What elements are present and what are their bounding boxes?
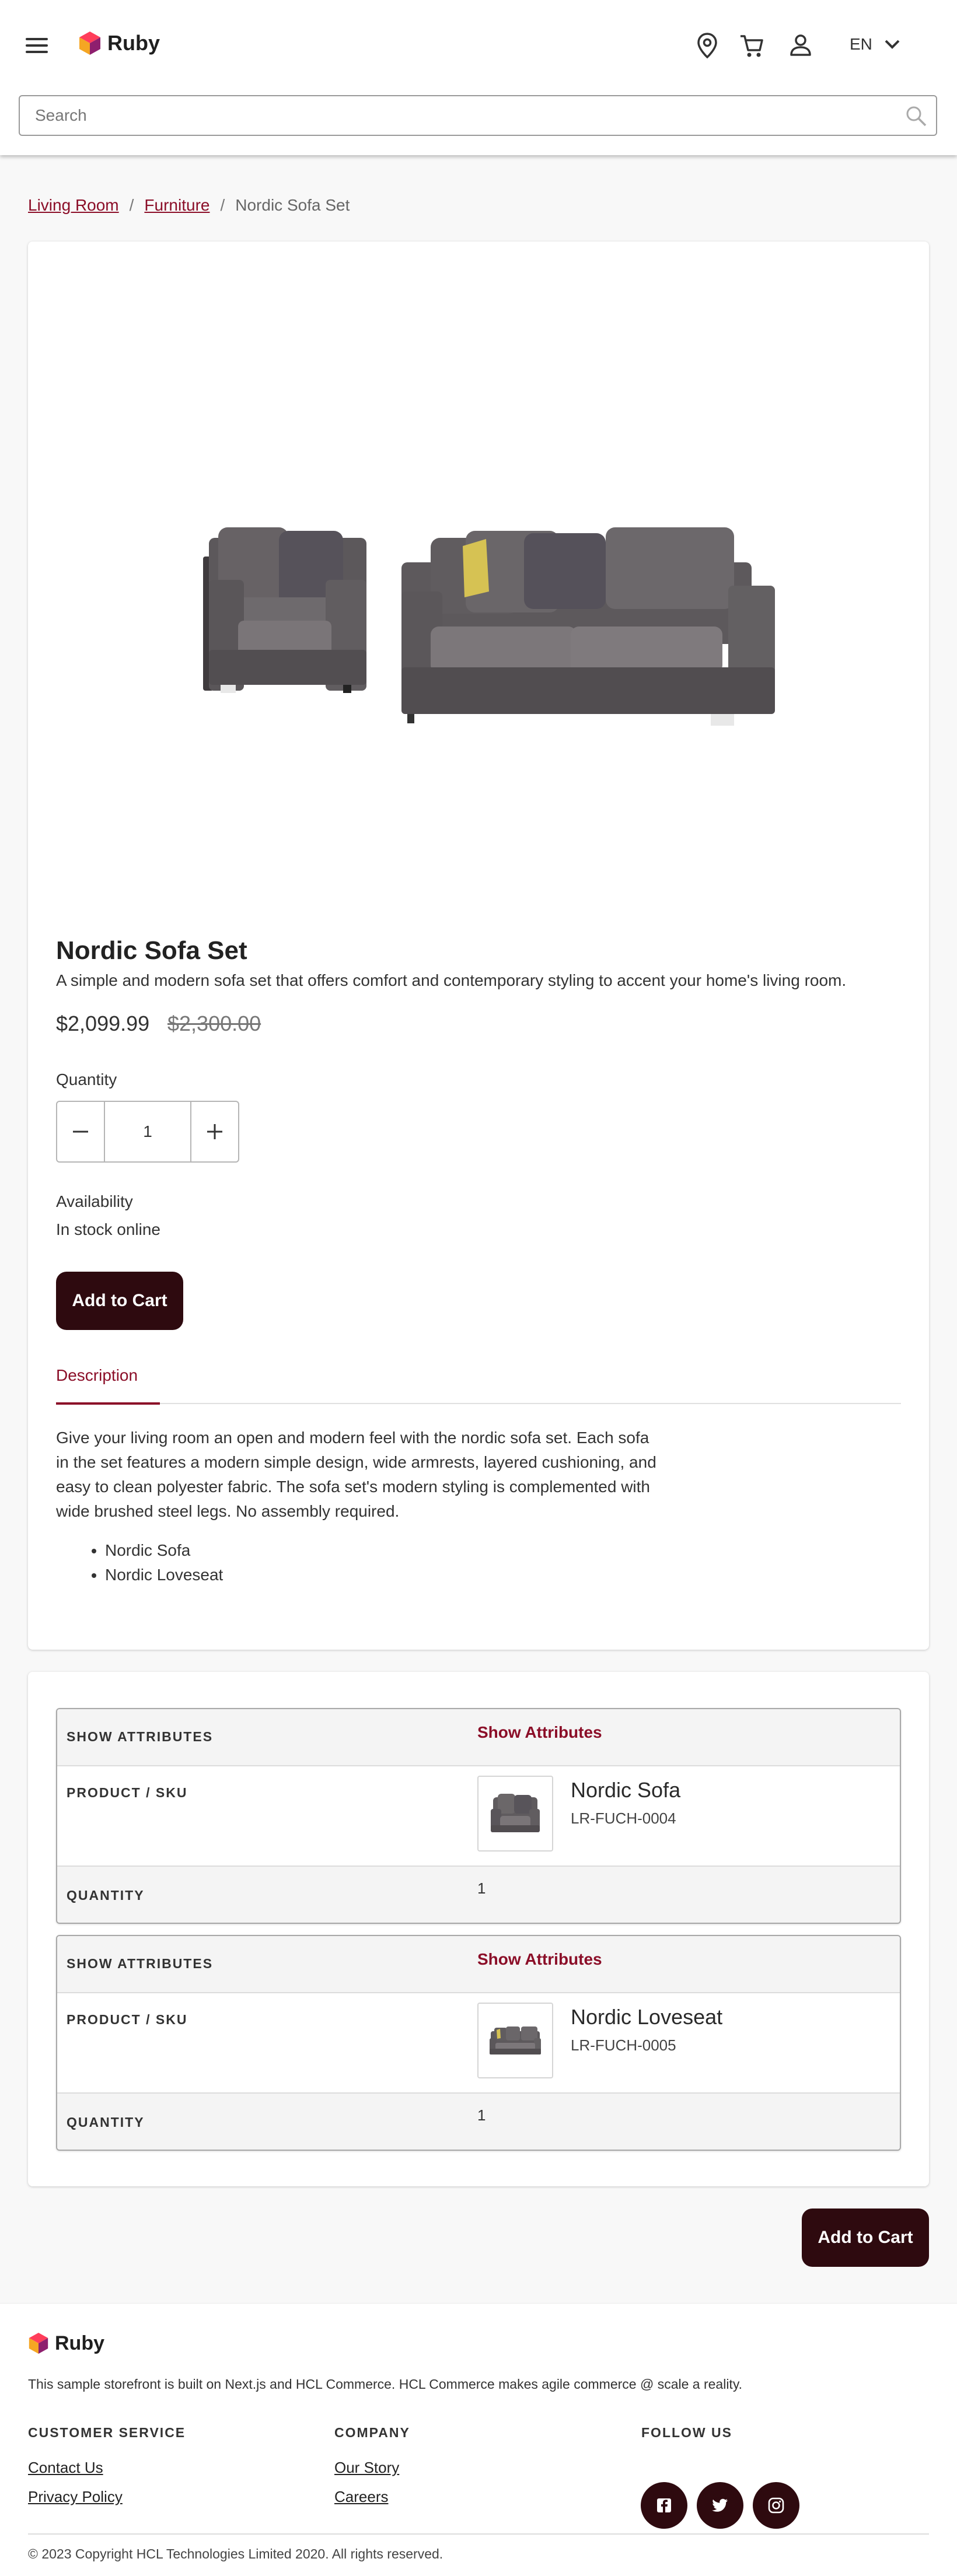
table-row: QUANTITY 1	[57, 1867, 900, 1923]
ruby-logo-icon	[79, 32, 100, 55]
language-selector[interactable]: EN	[850, 35, 900, 54]
quantity-label: QUANTITY	[67, 1888, 145, 1903]
quantity-label: QUANTITY	[67, 2115, 145, 2130]
table-row: SHOW ATTRIBUTES Show Attributes	[57, 1936, 900, 1993]
show-attributes-link[interactable]: Show Attributes	[477, 1950, 602, 1969]
component-quantity: 1	[477, 2106, 486, 2124]
twitter-icon[interactable]	[697, 2482, 743, 2529]
component-name[interactable]: Nordic Sofa	[571, 1778, 680, 1803]
footer-tagline: This sample storefront is built on Next.…	[28, 2376, 743, 2392]
product-description: Give your living room an open and modern…	[56, 1429, 656, 1520]
search-input[interactable]	[20, 96, 936, 135]
table-row: QUANTITY 1	[57, 2094, 900, 2150]
copyright-text: © 2023 Copyright HCL Technologies Limite…	[28, 2546, 443, 2561]
customer-service-heading: CUSTOMER SERVICE	[28, 2425, 186, 2440]
ruby-logo-icon	[29, 2333, 48, 2354]
location-pin-icon[interactable]	[694, 32, 720, 60]
product-card: Nordic Sofa Set A simple and modern sofa…	[28, 242, 929, 1650]
armchair-image	[491, 1794, 540, 1832]
tab-divider	[56, 1403, 901, 1404]
search-bar	[19, 95, 937, 136]
component-sku: LR-FUCH-0004	[571, 1810, 676, 1827]
table-row: SHOW ATTRIBUTES Show Attributes	[57, 1709, 900, 1766]
breadcrumb-separator: /	[220, 196, 225, 214]
availability-label: Availability	[56, 1192, 133, 1210]
increment-button[interactable]	[191, 1102, 238, 1161]
breadcrumb-separator: /	[129, 196, 134, 214]
quantity-input[interactable]: 1	[104, 1102, 191, 1161]
instagram-glyph-icon	[768, 2497, 784, 2514]
component-quantity: 1	[477, 1880, 486, 1897]
our-story-link[interactable]: Our Story	[334, 2459, 399, 2477]
careers-link[interactable]: Careers	[334, 2488, 388, 2506]
show-attributes-link[interactable]: Show Attributes	[477, 1723, 602, 1742]
breadcrumb-current: Nordic Sofa Set	[235, 196, 350, 214]
add-bundle-to-cart-button[interactable]: Add to Cart	[802, 2208, 929, 2267]
breadcrumb: Living Room / Furniture / Nordic Sofa Se…	[28, 196, 350, 215]
breadcrumb-furniture[interactable]: Furniture	[144, 196, 209, 215]
menu-icon[interactable]	[26, 34, 49, 57]
facebook-icon[interactable]	[641, 2482, 687, 2529]
loveseat-image	[490, 2027, 541, 2054]
show-attributes-label: SHOW ATTRIBUTES	[67, 1729, 214, 1744]
cart-icon[interactable]	[739, 32, 764, 60]
footer-brand-name: Ruby	[55, 2332, 104, 2354]
tab-active-indicator	[56, 1402, 160, 1405]
quantity-label: Quantity	[56, 1070, 117, 1088]
instagram-icon[interactable]	[753, 2482, 799, 2529]
follow-us-heading: FOLLOW US	[641, 2425, 732, 2440]
product-short-description: A simple and modern sofa set that offers…	[56, 971, 847, 989]
sofa-set-image	[203, 527, 775, 726]
product-sku-label: PRODUCT / SKU	[67, 1785, 188, 1800]
component-table: SHOW ATTRIBUTES Show Attributes PRODUCT …	[56, 1935, 901, 2151]
component-sku: LR-FUCH-0005	[571, 2036, 676, 2054]
plus-icon	[207, 1124, 222, 1139]
availability-value: In stock online	[56, 1220, 160, 1238]
product-original-price: $2,300.00	[167, 1012, 261, 1035]
decrement-button[interactable]	[57, 1102, 104, 1161]
table-row: PRODUCT / SKU Nordic Loveseat LR-FUCH-00…	[57, 1993, 900, 2094]
company-heading: COMPANY	[334, 2425, 410, 2440]
contact-us-link[interactable]: Contact Us	[28, 2459, 103, 2477]
footer-brand-logo[interactable]: Ruby	[28, 2332, 104, 2355]
brand-logo[interactable]: Ruby	[78, 30, 160, 56]
bundle-item-list: Nordic Sofa Nordic Loveseat	[105, 1538, 223, 1587]
chevron-down-icon	[885, 40, 900, 49]
facebook-glyph-icon	[657, 2498, 671, 2512]
show-attributes-label: SHOW ATTRIBUTES	[67, 1956, 214, 1971]
footer-divider	[28, 2533, 929, 2535]
product-price: $2,099.99	[56, 1012, 150, 1035]
add-to-cart-button[interactable]: Add to Cart	[56, 1272, 183, 1330]
privacy-policy-link[interactable]: Privacy Policy	[28, 2488, 123, 2506]
component-name[interactable]: Nordic Loveseat	[571, 2005, 722, 2029]
user-icon[interactable]	[788, 32, 813, 60]
product-image[interactable]	[197, 510, 792, 732]
tab-description[interactable]: Description	[56, 1366, 138, 1385]
site-header: Ruby EN	[0, 0, 957, 155]
quantity-stepper: 1	[56, 1101, 239, 1163]
twitter-glyph-icon	[712, 2498, 728, 2512]
table-row: PRODUCT / SKU Nordic Sofa LR-FUCH-0004	[57, 1766, 900, 1867]
search-icon[interactable]	[904, 104, 928, 128]
product-thumbnail[interactable]	[477, 2003, 553, 2078]
product-sku-label: PRODUCT / SKU	[67, 2012, 188, 2027]
brand-name: Ruby	[107, 31, 160, 55]
minus-icon	[73, 1130, 88, 1133]
list-item: Nordic Loveseat	[105, 1563, 223, 1587]
breadcrumb-living-room[interactable]: Living Room	[28, 196, 119, 215]
product-thumbnail[interactable]	[477, 1776, 553, 1852]
product-title: Nordic Sofa Set	[56, 936, 247, 965]
site-footer: Ruby This sample storefront is built on …	[0, 2303, 957, 2576]
list-item: Nordic Sofa	[105, 1538, 223, 1563]
language-label: EN	[850, 35, 872, 53]
component-table: SHOW ATTRIBUTES Show Attributes PRODUCT …	[56, 1708, 901, 1924]
